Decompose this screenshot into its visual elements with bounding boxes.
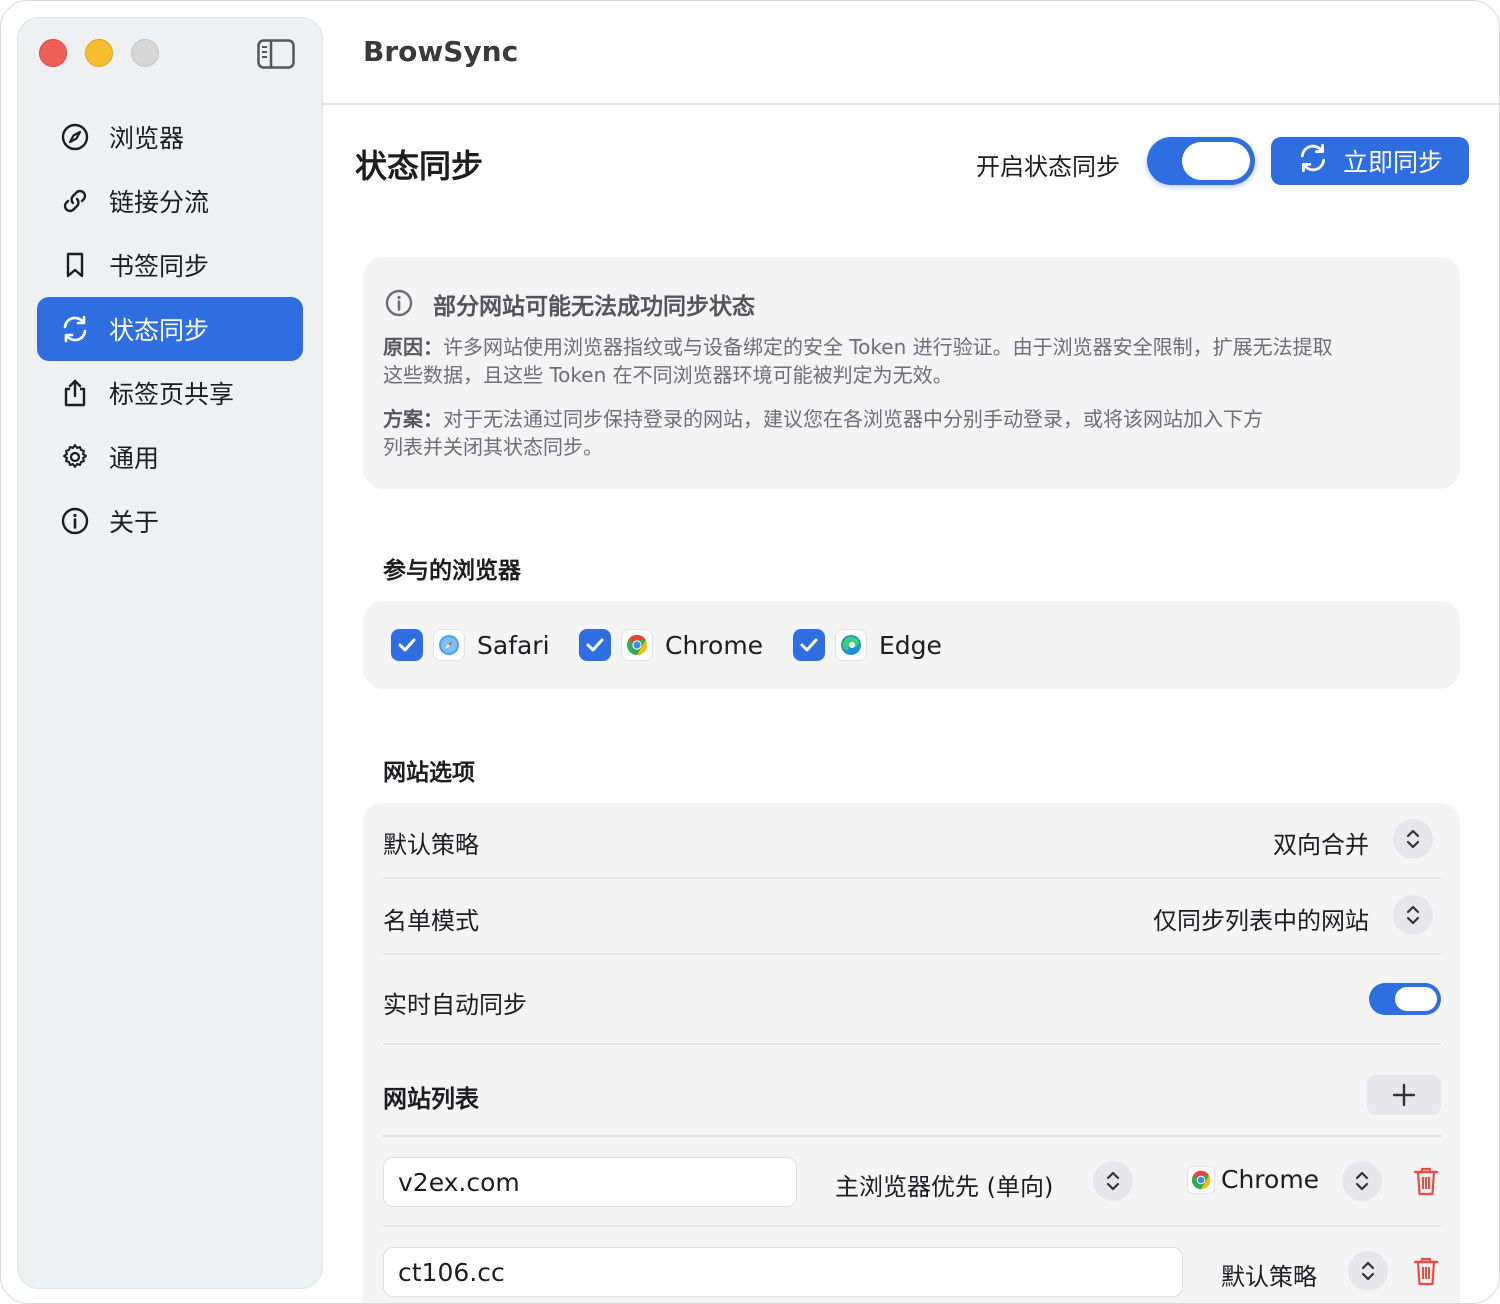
- site-browser-name: Chrome: [1221, 1165, 1320, 1194]
- link-icon: [59, 185, 91, 217]
- realtime-sync-toggle[interactable]: [1369, 983, 1441, 1015]
- app-window: 浏览器 链接分流 书签同步 状态同步 标签页共享 通用 关于 BrowSync …: [0, 0, 1500, 1304]
- browsers-section-title: 参与的浏览器: [383, 558, 521, 584]
- sync-warning-notice: 部分网站可能无法成功同步状态 原因：许多网站使用浏览器指纹或与设备绑定的安全 T…: [363, 257, 1460, 489]
- notice-solution: 方案：对于无法通过同步保持登录的网站，建议您在各浏览器中分别手动登录，或将该网站…: [383, 405, 1263, 461]
- share-icon: [59, 377, 91, 409]
- default-policy-value[interactable]: 双向合并: [1273, 825, 1369, 860]
- sync-now-button[interactable]: 立即同步: [1271, 137, 1469, 185]
- solution-line-1: 对于无法通过同步保持登录的网站，建议您在各浏览器中分别手动登录，或将该网站加入下…: [443, 407, 1263, 431]
- browser-edge: Edge: [793, 629, 942, 661]
- reason-line-1: 许多网站使用浏览器指纹或与设备绑定的安全 Token 进行验证。由于浏览器安全限…: [443, 335, 1333, 359]
- browser-chrome: Chrome: [579, 629, 763, 661]
- site-policy-value[interactable]: 默认策略: [1221, 1257, 1317, 1292]
- realtime-sync-label: 实时自动同步: [383, 991, 527, 1019]
- header-divider: [323, 103, 1499, 105]
- state-sync-toggle-label: 开启状态同步: [976, 153, 1120, 181]
- info-icon: [59, 505, 91, 537]
- gear-icon: [59, 441, 91, 473]
- sidebar-item-label: 链接分流: [109, 188, 210, 217]
- toggle-knob: [1395, 987, 1437, 1011]
- site-options-card: 默认策略 双向合并 名单模式 仅同步列表中的网站 实时自动同步 网站列表 v2e…: [363, 803, 1460, 1303]
- sidebar-item-label: 通用: [109, 444, 160, 473]
- plus-icon: [1392, 1083, 1416, 1107]
- chrome-checkbox[interactable]: [579, 629, 611, 661]
- edge-checkbox[interactable]: [793, 629, 825, 661]
- notice-title: 部分网站可能无法成功同步状态: [433, 294, 755, 320]
- site-browser-picker[interactable]: Chrome: [1187, 1165, 1319, 1194]
- divider: [383, 1135, 1441, 1137]
- sidebar-item-label: 状态同步: [109, 316, 210, 345]
- sidebar-item-about[interactable]: 关于: [37, 489, 303, 553]
- sidebar-item-label: 标签页共享: [109, 380, 235, 409]
- list-mode-stepper-icon[interactable]: [1393, 895, 1433, 935]
- sync-icon: [1297, 142, 1329, 180]
- add-site-button[interactable]: [1367, 1075, 1441, 1115]
- site-policy-value[interactable]: 主浏览器优先 (单向): [835, 1167, 1053, 1202]
- sync-icon: [59, 313, 91, 345]
- divider: [383, 953, 1441, 955]
- sidebar-item-link-routing[interactable]: 链接分流: [37, 169, 303, 233]
- safari-icon: [433, 629, 465, 661]
- reason-line-2: 这些数据，且这些 Token 在不同浏览器环境可能被判定为无效。: [383, 363, 953, 387]
- sidebar-item-bookmark-sync[interactable]: 书签同步: [37, 233, 303, 297]
- page-title: 状态同步: [355, 147, 484, 185]
- site-policy-stepper-icon[interactable]: [1348, 1251, 1388, 1291]
- zoom-window-button[interactable]: [131, 39, 159, 67]
- sidebar-item-label: 浏览器: [109, 124, 185, 153]
- chrome-icon: [621, 629, 653, 661]
- trash-icon[interactable]: [1412, 1255, 1442, 1289]
- edge-icon: [835, 629, 867, 661]
- trash-icon[interactable]: [1412, 1165, 1442, 1199]
- reason-label: 原因：: [383, 335, 443, 359]
- site-domain-input[interactable]: ct106.cc: [383, 1247, 1183, 1297]
- divider: [383, 1043, 1441, 1045]
- solution-line-2: 列表并关闭其状态同步。: [383, 435, 603, 459]
- list-mode-value[interactable]: 仅同步列表中的网站: [1153, 901, 1369, 936]
- notice-reason: 原因：许多网站使用浏览器指纹或与设备绑定的安全 Token 进行验证。由于浏览器…: [383, 333, 1333, 389]
- sidebar-item-state-sync[interactable]: 状态同步: [37, 297, 303, 361]
- sidebar-nav: 浏览器 链接分流 书签同步 状态同步 标签页共享 通用 关于: [37, 105, 303, 553]
- divider: [383, 877, 1441, 879]
- divider: [383, 1225, 1441, 1227]
- browsers-card: Safari Chrome Edge: [363, 601, 1460, 689]
- toggle-knob: [1182, 142, 1250, 180]
- sidebar: 浏览器 链接分流 书签同步 状态同步 标签页共享 通用 关于: [17, 17, 323, 1289]
- site-policy-stepper-icon[interactable]: [1093, 1161, 1133, 1201]
- browser-name: Edge: [879, 630, 942, 660]
- sync-now-label: 立即同步: [1342, 148, 1443, 177]
- sidebar-toggle-icon[interactable]: [257, 39, 295, 69]
- compass-icon: [59, 121, 91, 153]
- list-mode-row: 名单模式 仅同步列表中的网站: [383, 895, 1441, 939]
- list-mode-label: 名单模式: [383, 907, 479, 935]
- state-sync-toggle[interactable]: [1147, 137, 1255, 185]
- site-list-header: 网站列表: [383, 1075, 1441, 1115]
- realtime-sync-row: 实时自动同步: [383, 983, 1441, 1023]
- browser-safari: Safari: [391, 629, 550, 661]
- sidebar-item-label: 书签同步: [109, 252, 210, 281]
- site-list-label: 网站列表: [383, 1085, 479, 1113]
- sidebar-item-browsers[interactable]: 浏览器: [37, 105, 303, 169]
- sidebar-item-label: 关于: [109, 508, 160, 537]
- close-window-button[interactable]: [39, 39, 67, 67]
- sidebar-item-tab-sharing[interactable]: 标签页共享: [37, 361, 303, 425]
- default-policy-label: 默认策略: [383, 831, 479, 859]
- site-browser-stepper-icon[interactable]: [1342, 1161, 1382, 1201]
- default-policy-row: 默认策略 双向合并: [383, 819, 1441, 863]
- bookmark-icon: [59, 249, 91, 281]
- chrome-icon: [1187, 1165, 1215, 1194]
- browser-name: Safari: [477, 630, 550, 660]
- safari-checkbox[interactable]: [391, 629, 423, 661]
- browser-name: Chrome: [665, 630, 764, 660]
- sidebar-item-general[interactable]: 通用: [37, 425, 303, 489]
- site-options-section-title: 网站选项: [383, 760, 475, 786]
- solution-label: 方案：: [383, 407, 443, 431]
- site-domain-input[interactable]: v2ex.com: [383, 1157, 797, 1207]
- minimize-window-button[interactable]: [85, 39, 113, 67]
- info-icon: [385, 289, 413, 321]
- app-title: BrowSync: [363, 35, 519, 68]
- default-policy-stepper-icon[interactable]: [1393, 819, 1433, 859]
